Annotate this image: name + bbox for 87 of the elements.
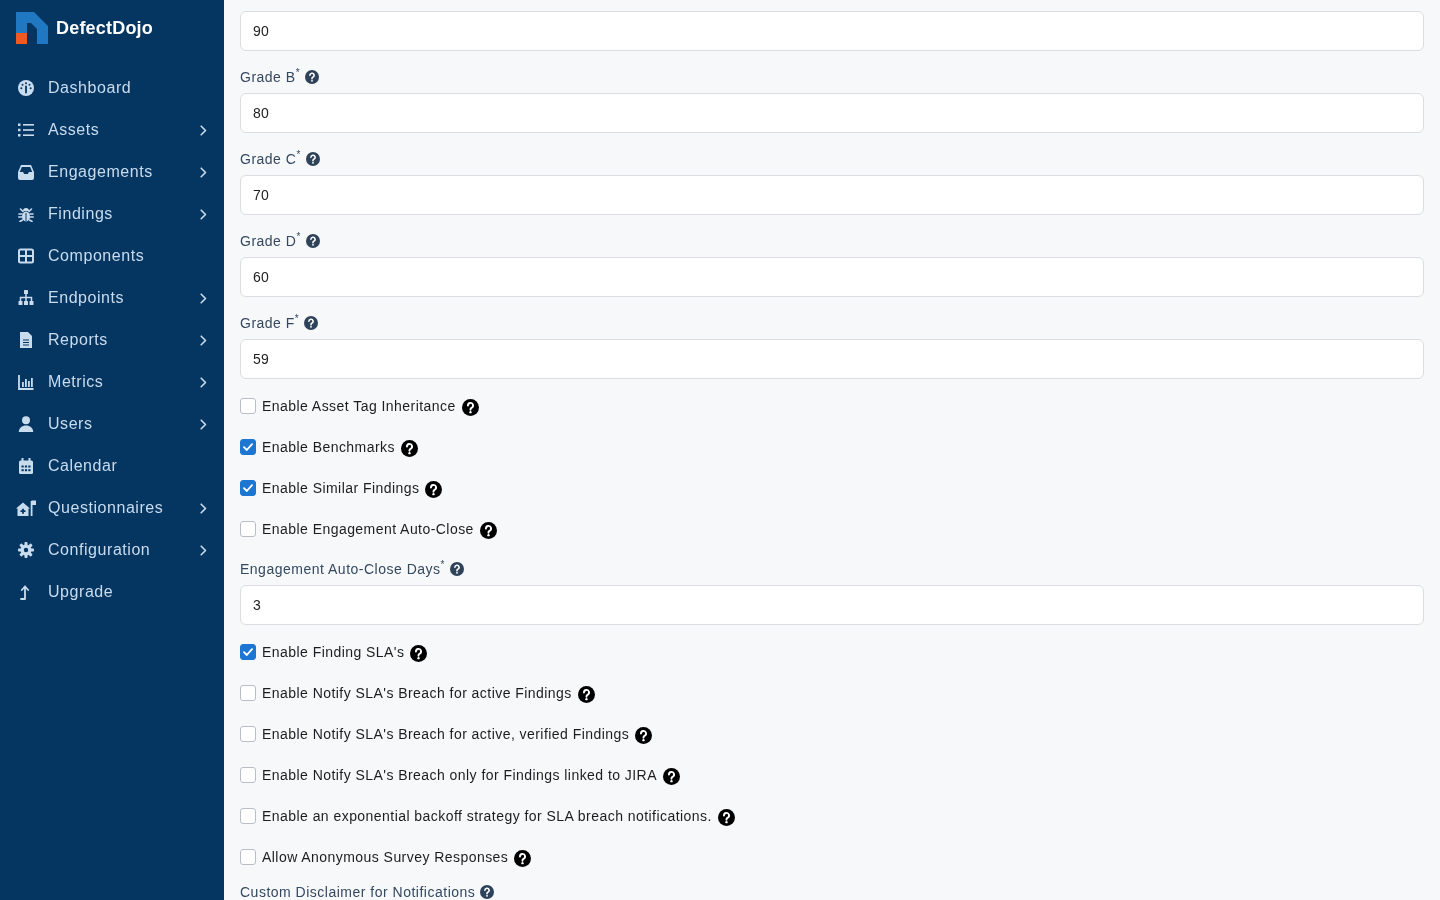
chevron-right-icon	[200, 418, 207, 430]
help-icon	[425, 481, 443, 498]
nav-item[interactable]: Questionnaires	[0, 487, 224, 529]
chevron-right-icon	[200, 292, 207, 304]
calendar-icon	[18, 458, 34, 474]
user-icon	[18, 416, 34, 432]
chevron-right-icon	[200, 376, 207, 388]
help-icon	[577, 686, 595, 703]
nav-item[interactable]: Configuration	[0, 529, 224, 571]
help-icon	[662, 768, 680, 785]
chevron-right-icon	[200, 502, 207, 514]
help-icon	[410, 645, 428, 662]
number-field[interactable]: 3	[240, 585, 1424, 625]
nav-item[interactable]: Endpoints	[0, 277, 224, 319]
help-icon	[304, 316, 319, 330]
field-label: Grade F$^{*}$	[240, 316, 300, 330]
checkbox[interactable]	[240, 684, 256, 701]
checkbox[interactable]	[240, 807, 256, 824]
nav-item[interactable]: Engagements	[0, 151, 224, 193]
field-label: Grade D$^{*}$	[240, 234, 301, 248]
chevron-right-icon	[200, 334, 207, 346]
help-icon	[449, 562, 464, 576]
field-label: Engagement Auto-Close Days$^{*}$	[240, 562, 445, 576]
gauge-icon	[18, 80, 34, 96]
checkmark-icon	[243, 647, 253, 656]
checkbox-label: Enable Similar Findings	[262, 478, 420, 497]
nav-item[interactable]: Upgrade	[0, 571, 224, 613]
sitemap-icon	[18, 290, 34, 306]
checkbox[interactable]	[240, 643, 256, 660]
field-label: Grade C$^{*}$	[240, 152, 301, 166]
checkbox-label: Enable Notify SLA's Breach for active, verified Findings	[262, 724, 630, 743]
number-field[interactable]: 70	[240, 175, 1424, 215]
number-field[interactable]: 59	[240, 339, 1424, 379]
nav-item[interactable]: Components	[0, 235, 224, 277]
checkbox-label: Enable Benchmarks	[262, 437, 395, 456]
inbox-icon	[18, 164, 34, 180]
help-icon	[514, 850, 532, 867]
gear-icon	[18, 542, 34, 558]
nav-item[interactable]: Metrics	[0, 361, 224, 403]
checkbox-label: Enable an exponential backoff strategy for SLA breach notifications.	[262, 806, 712, 825]
nav-item[interactable]: Dashboard	[0, 67, 224, 109]
nav-item[interactable]: Reports	[0, 319, 224, 361]
list-icon	[18, 122, 34, 138]
app-name: DefectDojo	[56, 17, 153, 39]
number-field[interactable]: 60	[240, 257, 1424, 297]
checkbox-label: Enable Engagement Auto-Close	[262, 519, 474, 538]
help-icon	[480, 885, 495, 899]
chevron-right-icon	[200, 124, 207, 136]
nav-item[interactable]: Findings	[0, 193, 224, 235]
bar-chart-icon	[18, 374, 34, 390]
checkbox[interactable]	[240, 766, 256, 783]
help-icon	[305, 234, 320, 248]
help-icon	[479, 522, 497, 539]
checkbox-label: Enable Finding SLA's	[262, 642, 405, 661]
checkmark-icon	[243, 483, 253, 492]
nav-item[interactable]: Assets	[0, 109, 224, 151]
nav-item[interactable]: Users	[0, 403, 224, 445]
number-field[interactable]: 80	[240, 93, 1424, 133]
help-icon	[717, 809, 735, 826]
logo-icon	[16, 12, 48, 44]
chevron-right-icon	[200, 166, 207, 178]
help-icon	[400, 440, 418, 457]
grid-icon	[18, 248, 34, 264]
help-icon	[635, 727, 653, 744]
checkbox[interactable]	[240, 479, 256, 496]
checkbox-label: Enable Asset Tag Inheritance	[262, 396, 456, 415]
checkbox[interactable]	[240, 848, 256, 865]
field-label: Custom Disclaimer for Notifications	[240, 885, 476, 899]
help-icon	[305, 70, 320, 84]
number-field[interactable]: 90	[240, 11, 1424, 51]
checkbox-label: Allow Anonymous Survey Responses	[262, 847, 509, 866]
chevron-right-icon	[200, 544, 207, 556]
checkbox[interactable]	[240, 397, 256, 414]
checkbox[interactable]	[240, 520, 256, 537]
checkbox[interactable]	[240, 438, 256, 455]
help-icon	[461, 399, 479, 416]
checkbox[interactable]	[240, 725, 256, 742]
nav-item[interactable]: Calendar	[0, 445, 224, 487]
checkbox-label: Enable Notify SLA's Breach for active Findings	[262, 683, 572, 702]
bug-icon	[18, 206, 34, 222]
house-flag-icon	[16, 500, 36, 516]
document-icon	[18, 332, 34, 348]
chevron-right-icon	[200, 208, 207, 220]
help-icon	[305, 152, 320, 166]
field-label: Grade B$^{*}$	[240, 70, 301, 84]
checkmark-icon	[243, 442, 253, 451]
checkbox-label: Enable Notify SLA's Breach only for Findings linked to JIRA	[262, 765, 657, 784]
